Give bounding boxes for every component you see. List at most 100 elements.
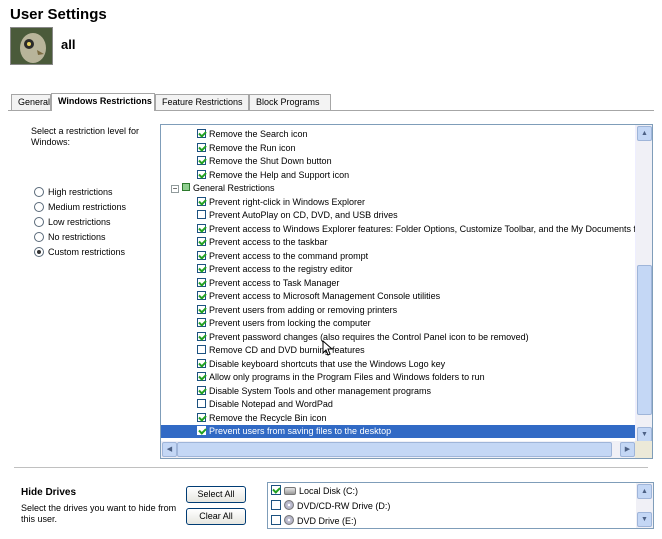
restriction-checkbox[interactable] [197,318,206,327]
section-divider [14,467,648,468]
select-all-button[interactable]: Select All [186,486,246,503]
restriction-checkbox[interactable] [197,345,206,354]
restriction-item[interactable]: Disable System Tools and other managemen… [161,385,431,398]
restriction-checkbox[interactable] [197,304,206,314]
restriction-item[interactable]: Prevent AutoPlay on CD, DVD, and USB dri… [161,209,398,222]
drive-checkbox[interactable] [271,485,281,495]
restriction-checkbox[interactable] [197,277,206,287]
restriction-item[interactable]: Remove CD and DVD burning features [161,344,365,357]
scroll-up-button[interactable]: ▲ [637,126,652,141]
radio-button[interactable] [34,231,44,242]
restriction-item[interactable]: Prevent users from saving files to the d… [161,425,636,438]
radio-button[interactable] [34,216,44,227]
drive-label: DVD/CD-RW Drive (D:) [297,501,391,511]
restriction-checkbox[interactable] [197,223,206,233]
restriction-checkbox[interactable] [197,237,206,246]
radio-button[interactable] [34,246,44,257]
tree-group-general-restrictions[interactable]: − General Restrictions [161,182,275,195]
user-name: all [61,37,76,52]
restriction-checkbox[interactable] [197,291,206,300]
drives-list[interactable]: Local Disk (C:) DVD/CD-RW Drive (D:) DVD… [267,482,654,529]
scroll-down-button[interactable]: ▼ [637,427,652,442]
restriction-item[interactable]: Disable keyboard shortcuts that use the … [161,358,445,371]
restriction-label: Prevent access to Windows Explorer featu… [209,223,636,234]
restriction-checkbox[interactable] [197,358,206,368]
horizontal-scrollbar[interactable]: ◀ ▶ [161,441,636,458]
restriction-item[interactable]: Allow only programs in the Program Files… [161,371,485,384]
restriction-label: General Restrictions [193,183,275,193]
tab-feature-restrictions[interactable]: Feature Restrictions [155,94,249,110]
restriction-checkbox[interactable] [197,331,206,341]
drive-item-d[interactable]: DVD/CD-RW Drive (D:) [271,499,390,513]
restriction-checkbox[interactable] [197,372,206,381]
clear-all-button[interactable]: Clear All [186,508,246,525]
radio-button[interactable] [34,201,44,212]
restriction-label: Prevent access to the taskbar [209,237,328,247]
radio-no-restrictions[interactable]: No restrictions [34,229,126,244]
restriction-item[interactable]: Prevent password changes (also requires … [161,331,529,344]
restriction-item[interactable]: Prevent access to the command prompt [161,250,368,263]
restriction-checkbox[interactable] [197,169,206,179]
vertical-scrollbar[interactable]: ▲ ▼ [635,125,652,443]
restriction-checkbox[interactable] [197,142,206,152]
radio-high-restrictions[interactable]: High restrictions [34,184,126,199]
drives-vertical-scrollbar[interactable]: ▲ ▼ [636,483,653,528]
restriction-item[interactable]: Prevent access to the registry editor [161,263,353,276]
restriction-label: Remove the Help and Support icon [209,169,350,180]
restriction-label: Prevent access to Microsoft Management C… [209,291,441,301]
restriction-label: Disable Notepad and WordPad [209,399,333,409]
restriction-level-label: Select a restriction level for Windows: [31,126,140,147]
restriction-item[interactable]: Prevent access to Windows Explorer featu… [161,223,636,236]
restriction-item[interactable]: Disable Notepad and WordPad [161,398,333,411]
restriction-label: Prevent access to Task Manager [209,277,340,288]
horizontal-scroll-thumb[interactable] [177,442,612,457]
restriction-item[interactable]: Prevent access to the taskbar [161,236,328,249]
restriction-item[interactable]: Prevent access to Task Manager [161,277,339,290]
restriction-checkbox[interactable] [197,264,206,273]
drives-scroll-down-button[interactable]: ▼ [637,512,652,527]
restriction-item[interactable]: Remove the Shut Down button [161,155,332,168]
restriction-item[interactable]: Prevent right-click in Windows Explorer [161,196,365,209]
scroll-right-button[interactable]: ▶ [620,442,635,457]
restrictions-tree[interactable]: Remove the Search icon Remove the Run ico… [160,124,653,459]
radio-low-restrictions[interactable]: Low restrictions [34,214,126,229]
tab-general[interactable]: General [11,94,51,110]
restriction-checkbox[interactable] [197,156,206,165]
restriction-checkbox[interactable] [197,196,206,206]
restriction-item[interactable]: Remove the Run icon [161,142,296,155]
restriction-label: Remove CD and DVD burning features [209,345,365,355]
radio-custom-restrictions[interactable]: Custom restrictions [34,244,126,259]
restriction-item[interactable]: Remove the Recycle Bin icon [161,412,327,425]
drive-checkbox[interactable] [271,515,281,525]
collapse-icon[interactable]: − [171,185,179,193]
radio-button[interactable] [34,186,44,197]
restriction-checkbox[interactable] [197,426,206,435]
restriction-checkbox[interactable] [197,129,206,138]
restriction-checkbox[interactable] [197,385,206,395]
radio-medium-restrictions[interactable]: Medium restrictions [34,199,126,214]
tab-block-programs[interactable]: Block Programs [249,94,331,110]
restriction-checkbox[interactable] [197,210,206,219]
restriction-item[interactable]: Remove the Help and Support icon [161,169,349,182]
restriction-item[interactable]: Prevent access to Microsoft Management C… [161,290,440,303]
drive-item-c[interactable]: Local Disk (C:) [271,484,358,498]
restriction-checkbox[interactable] [197,399,206,408]
scrollbar-corner [635,441,652,458]
restriction-label: Remove the Search icon [209,129,308,139]
radio-label: Medium restrictions [48,201,127,212]
drive-checkbox[interactable] [271,500,281,510]
radio-label: Custom restrictions [48,246,126,257]
tab-windows-restrictions[interactable]: Windows Restrictions [51,93,155,111]
drives-scroll-up-button[interactable]: ▲ [637,484,652,499]
radio-label: High restrictions [48,186,113,197]
restriction-checkbox[interactable] [197,412,206,422]
scroll-left-button[interactable]: ◀ [162,442,177,457]
vertical-scroll-thumb[interactable] [637,265,652,415]
restriction-item[interactable]: Prevent users from adding or removing pr… [161,304,397,317]
restriction-item[interactable]: Prevent users from locking the computer [161,317,371,330]
restriction-checkbox[interactable] [197,250,206,260]
page-title: User Settings [10,6,107,23]
group-checkbox-icon[interactable] [182,183,190,191]
drive-item-e[interactable]: DVD Drive (E:) [271,514,357,528]
restriction-item[interactable]: Remove the Search icon [161,128,308,141]
